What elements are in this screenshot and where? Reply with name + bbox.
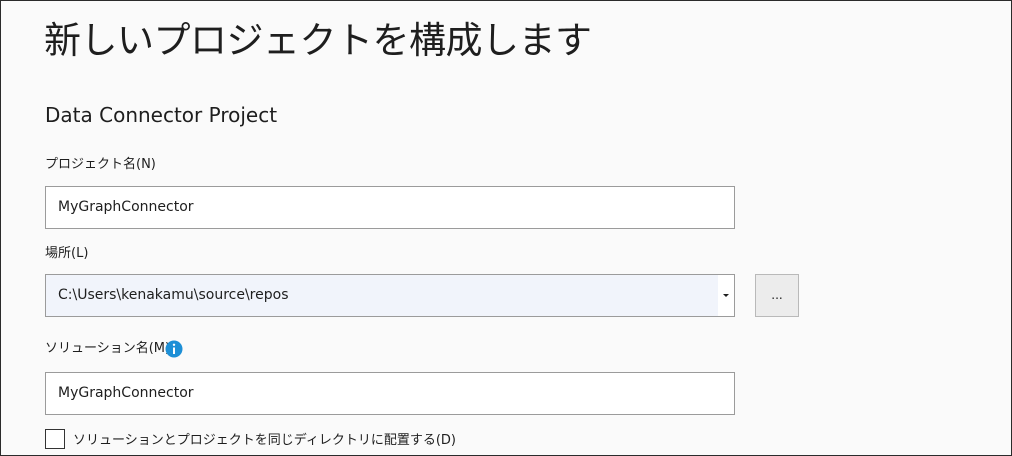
configure-project-dialog: 新しいプロジェクトを構成します Data Connector Project プ… (0, 0, 1012, 456)
project-name-input[interactable]: MyGraphConnector (45, 186, 735, 229)
project-template-name: Data Connector Project (45, 103, 278, 127)
solution-name-input[interactable]: MyGraphConnector (45, 372, 735, 415)
browse-location-button[interactable]: ... (755, 274, 799, 317)
location-dropdown-button[interactable] (718, 275, 734, 316)
location-value: C:\Users\kenakamu\source\repos (58, 287, 289, 303)
project-name-label: プロジェクト名(N) (45, 157, 156, 172)
info-icon[interactable] (165, 340, 183, 358)
same-directory-label[interactable]: ソリューションとプロジェクトを同じディレクトリに配置する(D) (73, 432, 456, 450)
location-combobox[interactable]: C:\Users\kenakamu\source\repos (45, 274, 735, 317)
solution-name-label: ソリューション名(M) (45, 341, 171, 356)
location-label: 場所(L) (45, 246, 89, 261)
same-directory-checkbox[interactable] (45, 429, 65, 449)
chevron-down-icon (723, 294, 729, 297)
page-title: 新しいプロジェクトを構成します (44, 19, 592, 62)
